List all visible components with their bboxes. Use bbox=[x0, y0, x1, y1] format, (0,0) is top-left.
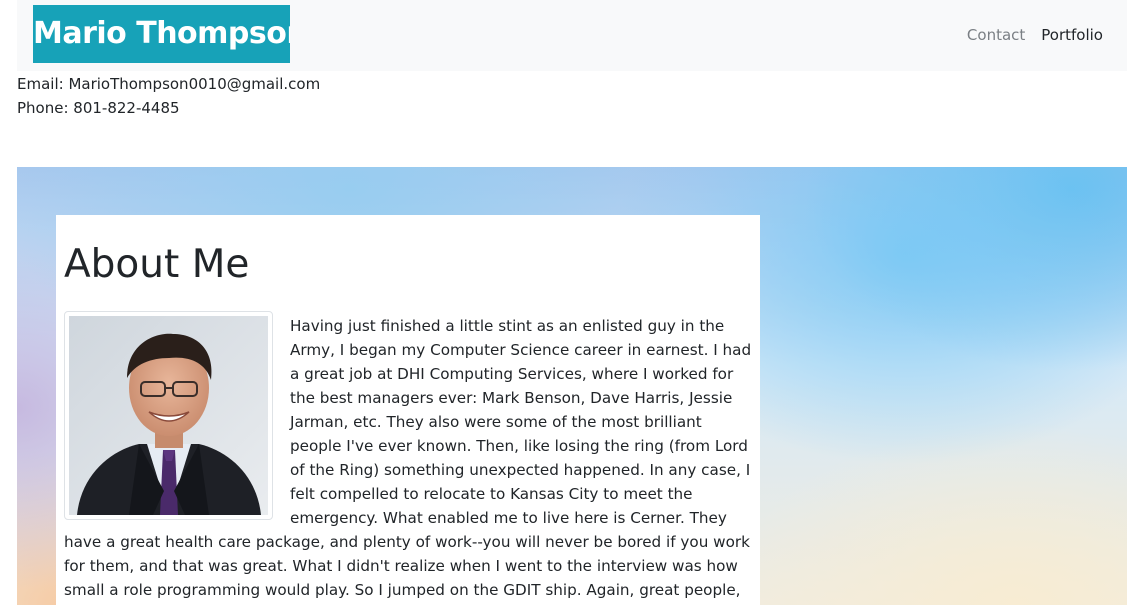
nav-link-contact[interactable]: Contact bbox=[967, 23, 1025, 47]
about-title: About Me bbox=[64, 242, 250, 287]
contact-email: Email: MarioThompson0010@gmail.com bbox=[17, 75, 321, 93]
about-body: Having just finished a little stint as a… bbox=[64, 311, 754, 605]
nav-link-portfolio[interactable]: Portfolio bbox=[1041, 23, 1103, 47]
hero-background: About Me Having just finished a little s… bbox=[17, 167, 1127, 605]
nav-links: Contact Portfolio bbox=[967, 23, 1103, 47]
profile-photo-image bbox=[69, 316, 268, 515]
navbar: Mario Thompson Contact Portfolio bbox=[17, 0, 1127, 71]
about-card: About Me Having just finished a little s… bbox=[56, 215, 760, 605]
contact-info: Email: MarioThompson0010@gmail.com Phone… bbox=[17, 72, 320, 120]
brand-logo[interactable]: Mario Thompson bbox=[33, 5, 290, 63]
page: Mario Thompson Contact Portfolio Email: … bbox=[0, 0, 1142, 605]
profile-photo bbox=[64, 311, 273, 520]
contact-phone: Phone: 801-822-4485 bbox=[17, 99, 180, 117]
